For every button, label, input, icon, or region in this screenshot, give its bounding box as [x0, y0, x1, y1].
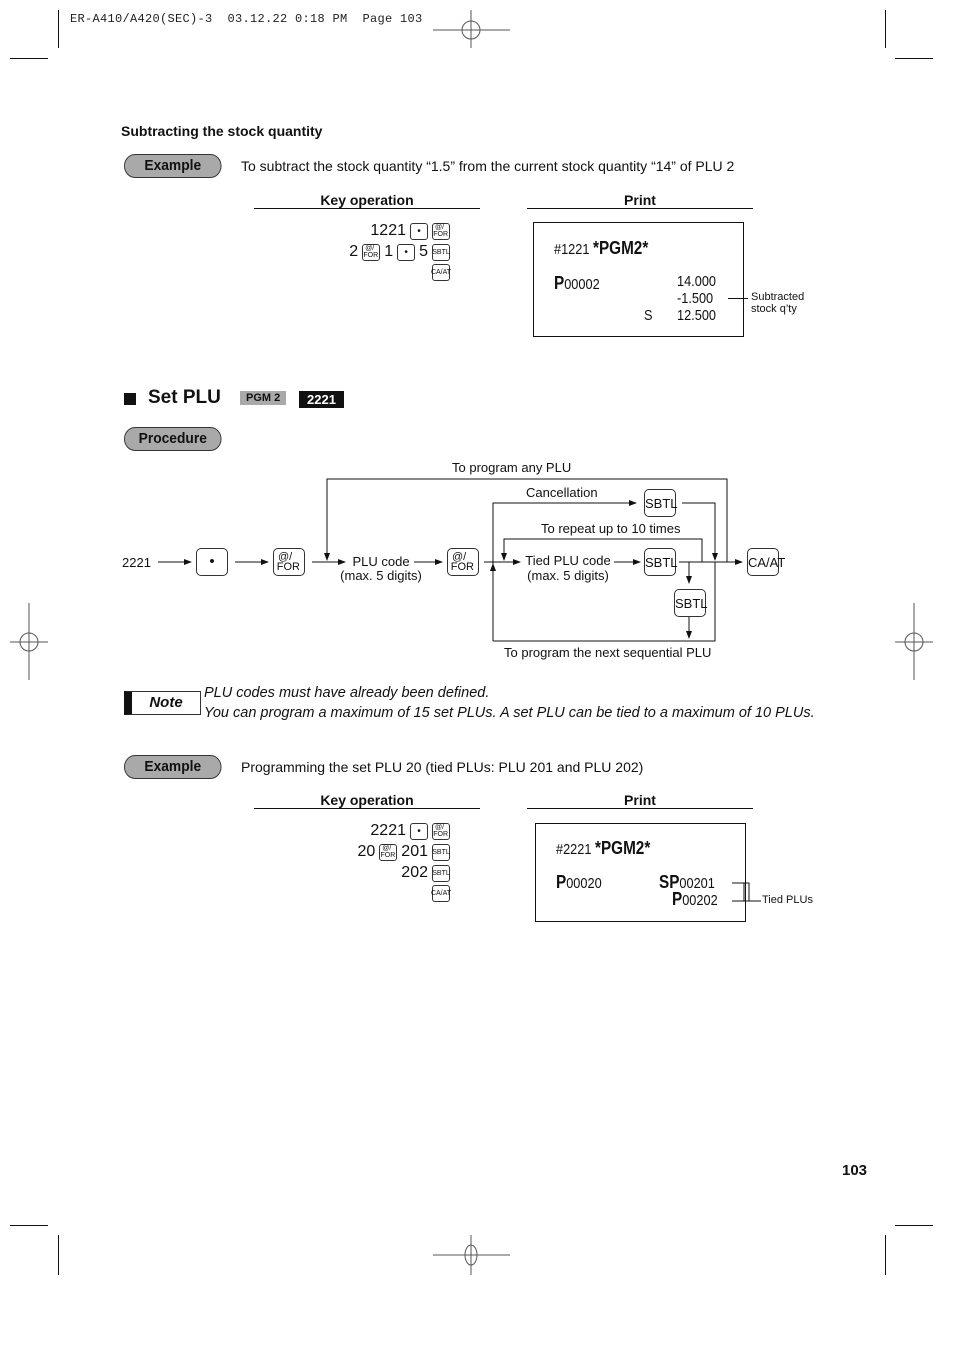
key-line: 202 SBTL [401, 864, 450, 882]
label-any-plu: To program any PLU [452, 460, 572, 475]
number-entry: 201 [401, 843, 428, 860]
tied-plu-step: Tied PLU code (max. 5 digits) [525, 553, 611, 583]
sbtl-key: SBTL [432, 864, 450, 882]
receipt-set-plu: P00020 [556, 872, 602, 892]
ca-at-key: CA/AT [431, 885, 451, 902]
decimal-point-key: • [196, 548, 228, 576]
sbtl-key-cancel: SBTL [644, 489, 678, 517]
key-operation-heading: Key operation [320, 792, 414, 808]
sbtl-key-next: SBTL [674, 589, 708, 617]
note-badge: Note [124, 691, 201, 715]
ca-at-key: CA/AT [747, 548, 785, 576]
key-line: 20 @/FOR 201 SBTL [357, 843, 450, 861]
at-for-key: @/FOR [432, 822, 450, 840]
number-entry: 2221 [370, 822, 406, 839]
sbtl-key: SBTL [432, 843, 450, 861]
key-line: 2221 • @/FOR [370, 822, 450, 840]
label-repeat: To repeat up to 10 times [541, 521, 681, 536]
key-line: CA/AT [431, 885, 451, 902]
at-for-key: @/FOR [447, 548, 479, 576]
note-line: PLU codes must have already been defined… [204, 685, 490, 701]
annotation-tied-plus: Tied PLUs [762, 894, 813, 906]
at-for-key: @/FOR [379, 843, 398, 861]
example-badge: Example [124, 755, 222, 779]
divider [254, 808, 480, 809]
receipt-print: #2221 *PGM2* P00020 SP00201 P00202 [535, 823, 746, 922]
number-entry: 20 [357, 843, 376, 860]
number-entry: 202 [401, 864, 428, 881]
receipt-tied-plu: P00202 [672, 889, 718, 909]
label-cancellation: Cancellation [526, 485, 598, 500]
plu-code-step: PLU code (max. 5 digits) [340, 554, 422, 583]
registration-mark-bottom [433, 1235, 510, 1275]
note-line: You can program a maximum of 15 set PLUs… [204, 704, 815, 721]
example-description: Programming the set PLU 20 (tied PLUs: P… [241, 759, 644, 775]
at-for-key: @/FOR [273, 548, 305, 576]
note-text: PLU codes must have already been defined… [204, 684, 815, 723]
key-operation-sequence: 2221 • @/FOR 20 @/FOR 201 SBTL 202 SBTL … [300, 822, 451, 908]
sbtl-key: SBTL [644, 548, 678, 576]
loop-cancellation-exit [682, 502, 718, 561]
label-next-sequential: To program the next sequential PLU [504, 645, 712, 660]
procedure-flow-diagram [158, 478, 743, 642]
page-number: 103 [842, 1162, 868, 1179]
decimal-point-key: • [410, 822, 428, 840]
flow-start-code: 2221 [122, 555, 151, 570]
print-heading: Print [624, 792, 656, 808]
divider [527, 808, 753, 809]
receipt-header: #2221 *PGM2* [556, 838, 651, 858]
